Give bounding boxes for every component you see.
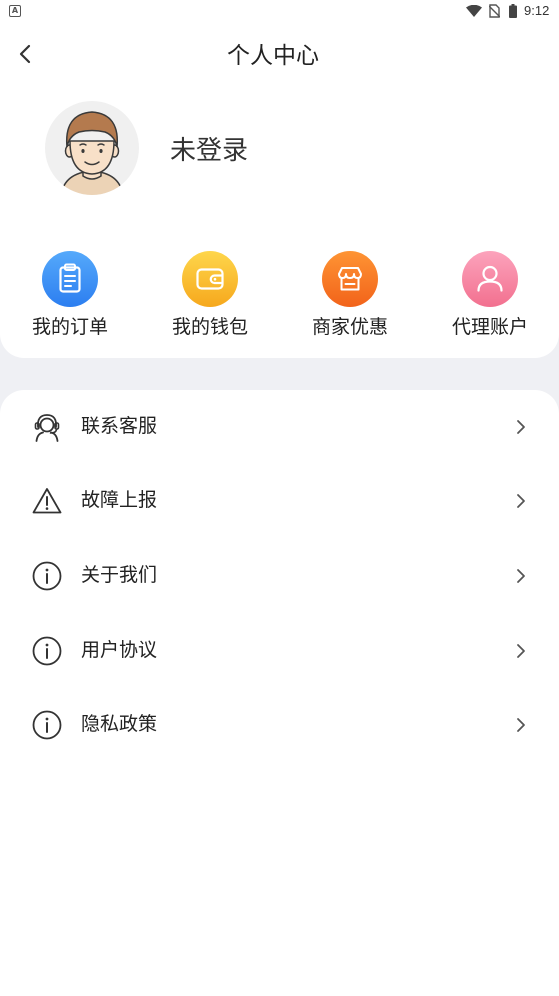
- quick-action-agent-account[interactable]: 代理账户: [420, 251, 559, 346]
- quick-action-label: 商家优惠: [311, 317, 388, 338]
- avatar-icon[interactable]: [45, 101, 139, 195]
- a-notification-icon: A: [9, 5, 21, 17]
- warning-icon: [32, 488, 62, 514]
- login-status-label[interactable]: 未登录: [170, 134, 248, 166]
- menu-item-about-us[interactable]: 关于我们: [0, 539, 559, 613]
- quick-actions: 我的订单 我的钱包 商家优惠 代理账户: [0, 251, 559, 346]
- quick-action-icon-bg: [322, 251, 378, 307]
- menu-item-user-agreement[interactable]: 用户协议: [0, 614, 559, 688]
- quick-action-label: 代理账户: [451, 317, 528, 338]
- menu-item-label: 隐私政策: [81, 714, 158, 735]
- menu-item-label: 故障上报: [81, 490, 158, 511]
- wallet-icon: [196, 268, 224, 290]
- user-icon: [477, 265, 503, 292]
- profile-card: A 9:12 个人中心 未登录 我的订单 我的钱包 商家优惠 代理账户: [0, 0, 559, 358]
- menu-item-fault-report[interactable]: 故障上报: [0, 464, 559, 538]
- page-title: 个人中心: [227, 42, 319, 68]
- info-icon: [32, 561, 62, 591]
- chevron-right-icon: [517, 718, 525, 732]
- quick-action-wallet[interactable]: 我的钱包: [140, 251, 280, 346]
- clipboard-icon: [59, 263, 81, 293]
- chevron-right-icon: [517, 569, 525, 583]
- menu-item-privacy-policy[interactable]: 隐私政策: [0, 688, 559, 762]
- chevron-right-icon: [517, 494, 525, 508]
- status-time: 9:12: [524, 3, 550, 18]
- quick-action-merchant-deals[interactable]: 商家优惠: [280, 251, 420, 346]
- info-icon: [32, 710, 62, 740]
- store-icon: [338, 267, 362, 291]
- customer-service-icon: [34, 414, 60, 442]
- quick-action-icon-bg: [462, 251, 518, 307]
- chevron-right-icon: [517, 644, 525, 658]
- info-icon: [32, 636, 62, 666]
- quick-action-icon-bg: [42, 251, 98, 307]
- menu-item-label: 关于我们: [81, 565, 158, 586]
- status-bar: A 9:12: [0, 0, 559, 22]
- no-sim-icon: [489, 4, 500, 18]
- menu-item-label: 联系客服: [81, 416, 158, 437]
- chevron-right-icon: [517, 420, 525, 434]
- quick-action-icon-bg: [182, 251, 238, 307]
- menu-item-label: 用户协议: [81, 640, 158, 661]
- menu-list: 联系客服 故障上报 关于我们 用户协议 隐私政策: [0, 390, 559, 996]
- wifi-icon: [466, 5, 482, 17]
- quick-action-label: 我的订单: [31, 317, 108, 338]
- battery-icon: [509, 4, 517, 18]
- quick-action-label: 我的钱包: [171, 317, 248, 338]
- menu-item-customer-service[interactable]: 联系客服: [0, 390, 559, 464]
- quick-action-orders[interactable]: 我的订单: [0, 251, 140, 346]
